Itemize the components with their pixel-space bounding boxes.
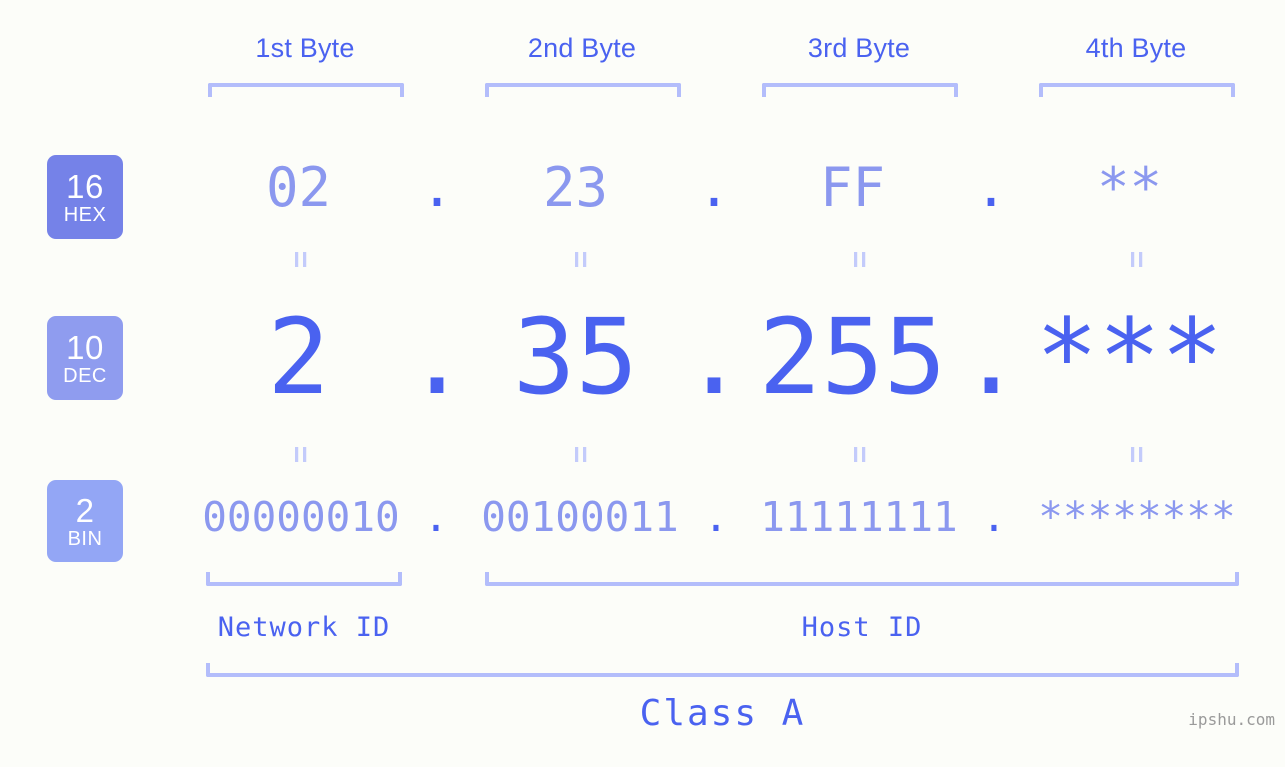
equals-mark-dec-bin-1: = [284,445,317,463]
bin-byte-value-1: 00000010 [202,493,400,541]
hex-byte-value-1: 02 [265,156,332,219]
dec-separator-1: . [405,296,469,418]
radix-badge-hex: 16 HEX [47,155,123,239]
dec-byte-value-2: 35 [512,296,639,418]
dec-byte-value-3: 255 [758,296,947,418]
byte-header-label-4: 4th Byte [1085,33,1187,63]
byte-header-label-1: 1st Byte [255,33,355,63]
hex-separator-3: . [974,156,1008,219]
hex-byte-value-4: ** [1096,156,1163,219]
equals-mark-dec-bin-2: = [564,445,597,463]
bin-byte-value-2: 00100011 [481,493,679,541]
byte-header-label-3: 3rd Byte [807,33,911,63]
bin-separator-3: . [981,493,1007,541]
host-id-bracket [485,572,1239,586]
radix-badge-bin-name: BIN [67,527,103,550]
byte-bracket-top-2 [485,83,681,97]
radix-badge-dec: 10 DEC [47,316,123,400]
byte-bracket-top-3 [762,83,958,97]
site-watermark: ipshu.com [1188,710,1275,729]
equals-mark-hex-dec-3: = [843,250,876,268]
byte-bracket-top-4 [1039,83,1235,97]
class-bracket [206,663,1239,677]
host-id-label: Host ID [801,612,923,643]
dec-byte-value-4: *** [1035,296,1224,418]
class-label: Class A [639,693,806,734]
network-id-label: Network ID [217,612,391,643]
ip-address-breakdown-diagram: 1st Byte 2nd Byte 3rd Byte 4th Byte 16 H… [0,0,1285,767]
dec-separator-3: . [959,296,1023,418]
equals-mark-hex-dec-1: = [284,250,317,268]
network-id-bracket [206,572,402,586]
hex-byte-value-3: FF [819,156,886,219]
radix-badge-bin-number: 2 [75,491,95,529]
equals-mark-hex-dec-4: = [1120,250,1153,268]
equals-mark-dec-bin-3: = [843,445,876,463]
hex-byte-value-2: 23 [542,156,609,219]
bin-byte-value-4: ******** [1038,493,1236,541]
hex-separator-1: . [420,156,454,219]
radix-badge-dec-number: 10 [66,328,104,366]
bin-separator-2: . [703,493,729,541]
byte-header-label-2: 2nd Byte [527,33,637,63]
hex-separator-2: . [697,156,731,219]
dec-separator-2: . [682,296,746,418]
equals-mark-dec-bin-4: = [1120,445,1153,463]
bin-byte-value-3: 11111111 [760,493,958,541]
bin-separator-1: . [423,493,449,541]
radix-badge-hex-name: HEX [63,203,107,226]
radix-badge-dec-name: DEC [63,364,107,387]
radix-badge-bin: 2 BIN [47,480,123,562]
dec-byte-value-1: 2 [267,296,330,418]
radix-badge-hex-number: 16 [66,167,104,205]
byte-bracket-top-1 [208,83,404,97]
equals-mark-hex-dec-2: = [564,250,597,268]
